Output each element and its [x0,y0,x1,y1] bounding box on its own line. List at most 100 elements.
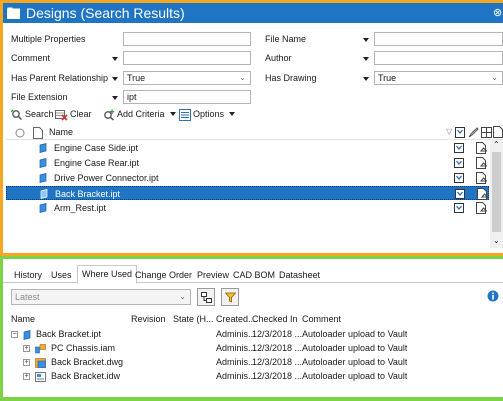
dwg-file-icon [35,358,46,368]
drawing-icon [476,202,487,214]
has-parent-relationship-select[interactable]: True ⌄ [123,71,251,85]
grid-icon [481,127,492,138]
where-used-row[interactable]: + Back Bracket.dwg Adminis... 12/3/2018 … [11,356,501,369]
search-label: Search [25,109,54,119]
structure-view-button[interactable] [197,288,215,306]
column-header-revision[interactable]: Revision [131,313,166,326]
result-row[interactable]: Engine Case Side.ipt [6,141,489,155]
file-extension-input[interactable]: ipt [123,90,251,104]
expand-icon[interactable]: + [23,359,30,366]
scroll-down-icon[interactable]: ⌄ [493,236,500,245]
add-criteria-button[interactable]: Add Criteria [103,107,177,121]
where-used-created: Adminis... [216,343,256,353]
expand-icon[interactable]: + [23,373,30,380]
part-file-icon [23,330,31,340]
where-used-name: Back Bracket.ipt [36,329,102,339]
part-file-icon [39,173,47,183]
has-parent-value: True [127,73,146,83]
drawing-icon [477,188,488,200]
column-header-checked-in[interactable]: Checked In [252,313,298,326]
filter-icon[interactable]: ▽ [446,127,452,136]
caret-down-icon [228,112,235,116]
where-used-header: Name Revision State (H... Created... Che… [11,313,501,326]
tab-history[interactable]: History [10,267,46,283]
where-used-row[interactable]: + Back Bracket.idw Adminis... 12/3/2018 … [11,370,501,383]
vault-status-icon [454,173,464,183]
scrollbar-thumb[interactable] [492,152,501,232]
has-drawing-label: Has Drawing [265,73,317,83]
result-name: Engine Case Rear.ipt [54,158,140,168]
where-used-created: Adminis... [216,371,256,381]
result-row[interactable]: Engine Case Rear.ipt [6,156,489,170]
has-parent-dropdown-icon[interactable] [112,77,118,81]
result-name: Back Bracket.ipt [55,189,121,199]
comment-input[interactable] [123,51,251,65]
options-icon [179,108,191,121]
version-select-value: Latest [15,292,40,302]
where-used-comment: Autoloader upload to Vault [302,343,408,353]
document-icon [493,126,503,138]
result-row[interactable]: Drive Power Connector.ipt [6,171,489,185]
has-drawing-select[interactable]: True ⌄ [374,71,503,85]
scroll-up-icon[interactable]: ⌃ [493,140,500,149]
tab-uses[interactable]: Uses [47,267,76,283]
assembly-file-icon [35,344,46,354]
column-header-name[interactable]: Name [11,313,35,326]
column-header-state[interactable]: State (H... [173,313,214,326]
options-label: Options [193,109,225,119]
column-header-created[interactable]: Created... [216,313,256,326]
title-bar: Designs (Search Results) ⊗ [3,3,503,23]
expand-icon[interactable]: + [23,345,30,352]
vault-status-icon [454,143,464,153]
pen-icon [468,127,479,138]
idw-file-icon [35,372,46,382]
part-file-icon [39,203,47,213]
tab-preview[interactable]: Preview [193,267,233,283]
has-drawing-value: True [378,73,397,83]
comment-dropdown-icon[interactable] [112,57,118,61]
version-select[interactable]: Latest ⌄ [11,289,191,305]
author-label: Author [265,53,292,63]
where-used-created: Adminis... [216,329,256,339]
clear-button[interactable]: Clear [55,107,92,121]
result-row[interactable]: Arm_Rest.ipt [6,201,489,215]
author-input[interactable] [374,51,503,65]
name-column-header[interactable]: Name [49,127,73,137]
where-used-checked-in: 12/3/2018 ... [252,357,303,367]
tab-change-order[interactable]: Change Order [131,267,196,283]
where-used-created: Adminis... [216,357,256,367]
result-name: Arm_Rest.ipt [54,203,107,213]
tab-cad-bom[interactable]: CAD BOM [229,267,279,283]
tab-datasheet[interactable]: Datasheet [275,267,324,283]
chevron-down-icon: ⌄ [491,73,498,82]
add-criteria-icon [104,109,115,121]
column-header-comment[interactable]: Comment [302,313,341,326]
vault-status-icon [455,127,465,138]
has-parent-relationship-label: Has Parent Relationship [11,73,109,83]
drawing-icon [476,157,487,169]
file-extension-dropdown-icon[interactable] [112,96,118,100]
results-scrollbar[interactable]: ⌃ ⌄ [490,140,503,248]
options-button[interactable]: Options [179,107,235,121]
where-used-row[interactable]: − Back Bracket.ipt Adminis... 12/3/2018 … [11,328,501,341]
collapse-icon[interactable]: − [11,331,18,338]
filter-button[interactable] [221,288,239,306]
result-row-selected[interactable]: Back Bracket.ipt [6,186,489,200]
details-tabs: History Uses Where Used Change Order Pre… [3,263,503,284]
info-icon[interactable] [487,290,499,302]
drawing-icon [476,172,487,184]
multiple-properties-input[interactable] [123,32,251,46]
search-button[interactable]: Search [11,107,54,121]
tab-where-used[interactable]: Where Used [77,265,138,284]
has-drawing-dropdown-icon[interactable] [363,77,369,81]
file-name-input[interactable] [374,32,503,46]
file-name-dropdown-icon[interactable] [363,38,369,42]
status-circle-icon [15,128,25,138]
vault-status-icon [454,158,464,168]
close-icon[interactable]: ⊗ [493,3,502,23]
author-dropdown-icon[interactable] [363,57,369,61]
where-used-row[interactable]: + PC Chassis.iam Adminis... 12/3/2018 ..… [11,342,501,355]
file-name-label: File Name [265,34,307,44]
where-used-checked-in: 12/3/2018 ... [252,371,303,381]
search-icon [11,109,23,120]
